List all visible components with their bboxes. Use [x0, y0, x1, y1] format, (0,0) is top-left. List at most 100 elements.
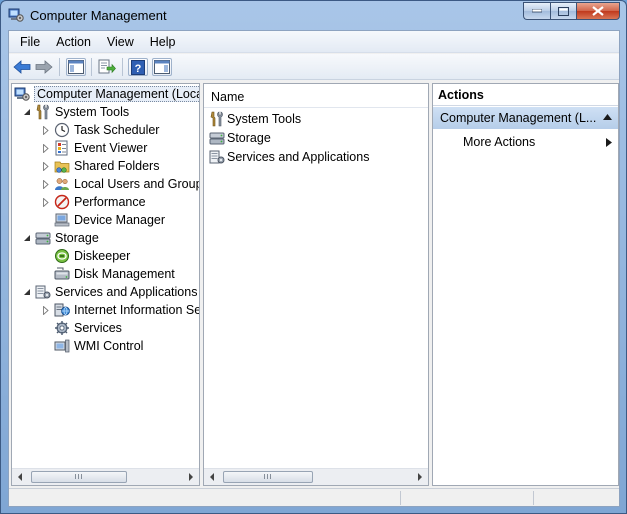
toolbar: ?: [9, 54, 619, 80]
menu-bar: File Action View Help: [9, 31, 619, 53]
tree-node-device-manager[interactable]: Device Manager: [41, 211, 165, 229]
close-button[interactable]: [576, 2, 620, 20]
clock-icon: [54, 122, 70, 138]
back-button[interactable]: [12, 58, 32, 76]
tree-node-label: Services: [74, 321, 122, 335]
expanded-triangle-icon[interactable]: [23, 234, 31, 242]
client-area: File Action View Help ? Computer Managem…: [8, 30, 620, 507]
list-item[interactable]: Services and Applications: [209, 148, 369, 166]
results-pane: Name System Tools Storage Services and App…: [203, 83, 429, 486]
show-hide-action-pane-button[interactable]: [152, 58, 172, 76]
tree-node-disk-management[interactable]: Disk Management: [41, 265, 175, 283]
services-applications-icon: [209, 149, 225, 165]
scroll-right-icon[interactable]: [187, 473, 195, 481]
tree-node-task-scheduler[interactable]: Task Scheduler: [41, 121, 159, 139]
tree-expander: [41, 323, 51, 333]
storage-icon: [35, 230, 51, 246]
wmi-control-icon: [54, 338, 70, 354]
tree-node-storage[interactable]: Storage: [22, 229, 99, 247]
maximize-button[interactable]: [550, 2, 576, 20]
tree-expander: [41, 341, 51, 351]
show-hide-action-pane-icon: [154, 60, 170, 74]
tree-expander[interactable]: [41, 143, 51, 153]
tree-expander[interactable]: [41, 125, 51, 135]
scroll-thumb[interactable]: III: [31, 471, 127, 483]
scroll-left-icon[interactable]: [16, 473, 24, 481]
collapsed-triangle-icon[interactable]: [42, 143, 50, 153]
actions-title: Actions: [438, 88, 484, 102]
menu-action[interactable]: Action: [48, 31, 99, 53]
tree-expander[interactable]: [22, 287, 32, 297]
more-actions-item[interactable]: More Actions: [463, 135, 535, 149]
tree-node-performance[interactable]: Performance: [41, 193, 146, 211]
tree-node-system-tools[interactable]: System Tools: [22, 103, 129, 121]
list-item[interactable]: System Tools: [209, 110, 301, 128]
actions-section-title: Computer Management (L...: [440, 111, 597, 125]
tree-node-label: System Tools: [55, 105, 130, 119]
list-item-label: Services and Applications: [227, 150, 370, 164]
minimize-icon: [532, 9, 542, 13]
tree-node-internet-information-ser[interactable]: Internet Information Ser: [41, 301, 199, 319]
tree-expander[interactable]: [41, 161, 51, 171]
export-list-button[interactable]: [97, 58, 117, 76]
tree-expander[interactable]: [41, 305, 51, 315]
tree-node-services[interactable]: Services: [41, 319, 122, 337]
console-tree-pane: Computer Management (Local System Tools Ta…: [11, 83, 200, 486]
actions-section-header[interactable]: Computer Management (L...: [433, 107, 618, 129]
toolbar-separator: [122, 58, 123, 76]
status-cell: [400, 491, 401, 505]
menu-help[interactable]: Help: [142, 31, 184, 53]
collapse-up-icon[interactable]: [603, 114, 612, 120]
tree-expander[interactable]: [22, 107, 32, 117]
forward-icon: [35, 60, 53, 74]
menu-file[interactable]: File: [9, 31, 48, 53]
tree-node-label: Diskeeper: [74, 249, 131, 263]
tree-node-wmi-control[interactable]: WMI Control: [41, 337, 143, 355]
show-hide-console-tree-button[interactable]: [66, 58, 86, 76]
back-icon: [13, 60, 31, 74]
results-horizontal-scrollbar[interactable]: III: [204, 468, 428, 485]
name-column-label: Name: [211, 90, 245, 104]
tree-expander[interactable]: [22, 233, 32, 243]
name-column-header[interactable]: Name: [204, 84, 428, 108]
collapsed-triangle-icon[interactable]: [42, 161, 50, 171]
tree-node-label: Local Users and Groups: [74, 177, 200, 191]
scroll-thumb[interactable]: III: [223, 471, 313, 483]
scroll-right-icon[interactable]: [416, 473, 424, 481]
scroll-left-icon[interactable]: [208, 473, 216, 481]
tree-node-diskeeper[interactable]: Diskeeper: [41, 247, 130, 265]
expanded-triangle-icon[interactable]: [23, 108, 31, 116]
expanded-triangle-icon[interactable]: [23, 288, 31, 296]
computer-management-icon: [14, 86, 30, 102]
forward-button[interactable]: [34, 58, 54, 76]
submenu-arrow-icon: [606, 138, 612, 147]
tree-horizontal-scrollbar[interactable]: III: [12, 468, 199, 485]
help-button[interactable]: ?: [128, 58, 148, 76]
tools-icon: [209, 111, 225, 127]
tree-node-label: Storage: [55, 231, 99, 245]
tree-expander[interactable]: [41, 197, 51, 207]
status-bar: [9, 488, 619, 506]
tree-root-node[interactable]: Computer Management (Local: [14, 85, 199, 103]
event-viewer-icon: [54, 140, 70, 156]
title-bar[interactable]: Computer Management: [1, 1, 626, 29]
actions-header: Actions: [433, 84, 618, 106]
main-window: Computer Management File Action View Hel…: [0, 0, 627, 514]
collapsed-triangle-icon[interactable]: [42, 179, 50, 189]
tree-node-label: Services and Applications: [55, 285, 198, 299]
tree-node-services-and-applications[interactable]: Services and Applications: [22, 283, 197, 301]
list-item[interactable]: Storage: [209, 129, 271, 147]
minimize-button[interactable]: [523, 2, 550, 20]
tree-expander: [41, 251, 51, 261]
menu-view[interactable]: View: [99, 31, 142, 53]
toolbar-separator: [59, 58, 60, 76]
tree-node-event-viewer[interactable]: Event Viewer: [41, 139, 147, 157]
tree-expander[interactable]: [41, 179, 51, 189]
tree-node-shared-folders[interactable]: Shared Folders: [41, 157, 159, 175]
scroll-grip: III: [74, 474, 84, 481]
help-icon: ?: [131, 59, 145, 75]
collapsed-triangle-icon[interactable]: [42, 305, 50, 315]
tree-node-local-users-and-groups[interactable]: Local Users and Groups: [41, 175, 200, 193]
collapsed-triangle-icon[interactable]: [42, 125, 50, 135]
collapsed-triangle-icon[interactable]: [42, 197, 50, 207]
